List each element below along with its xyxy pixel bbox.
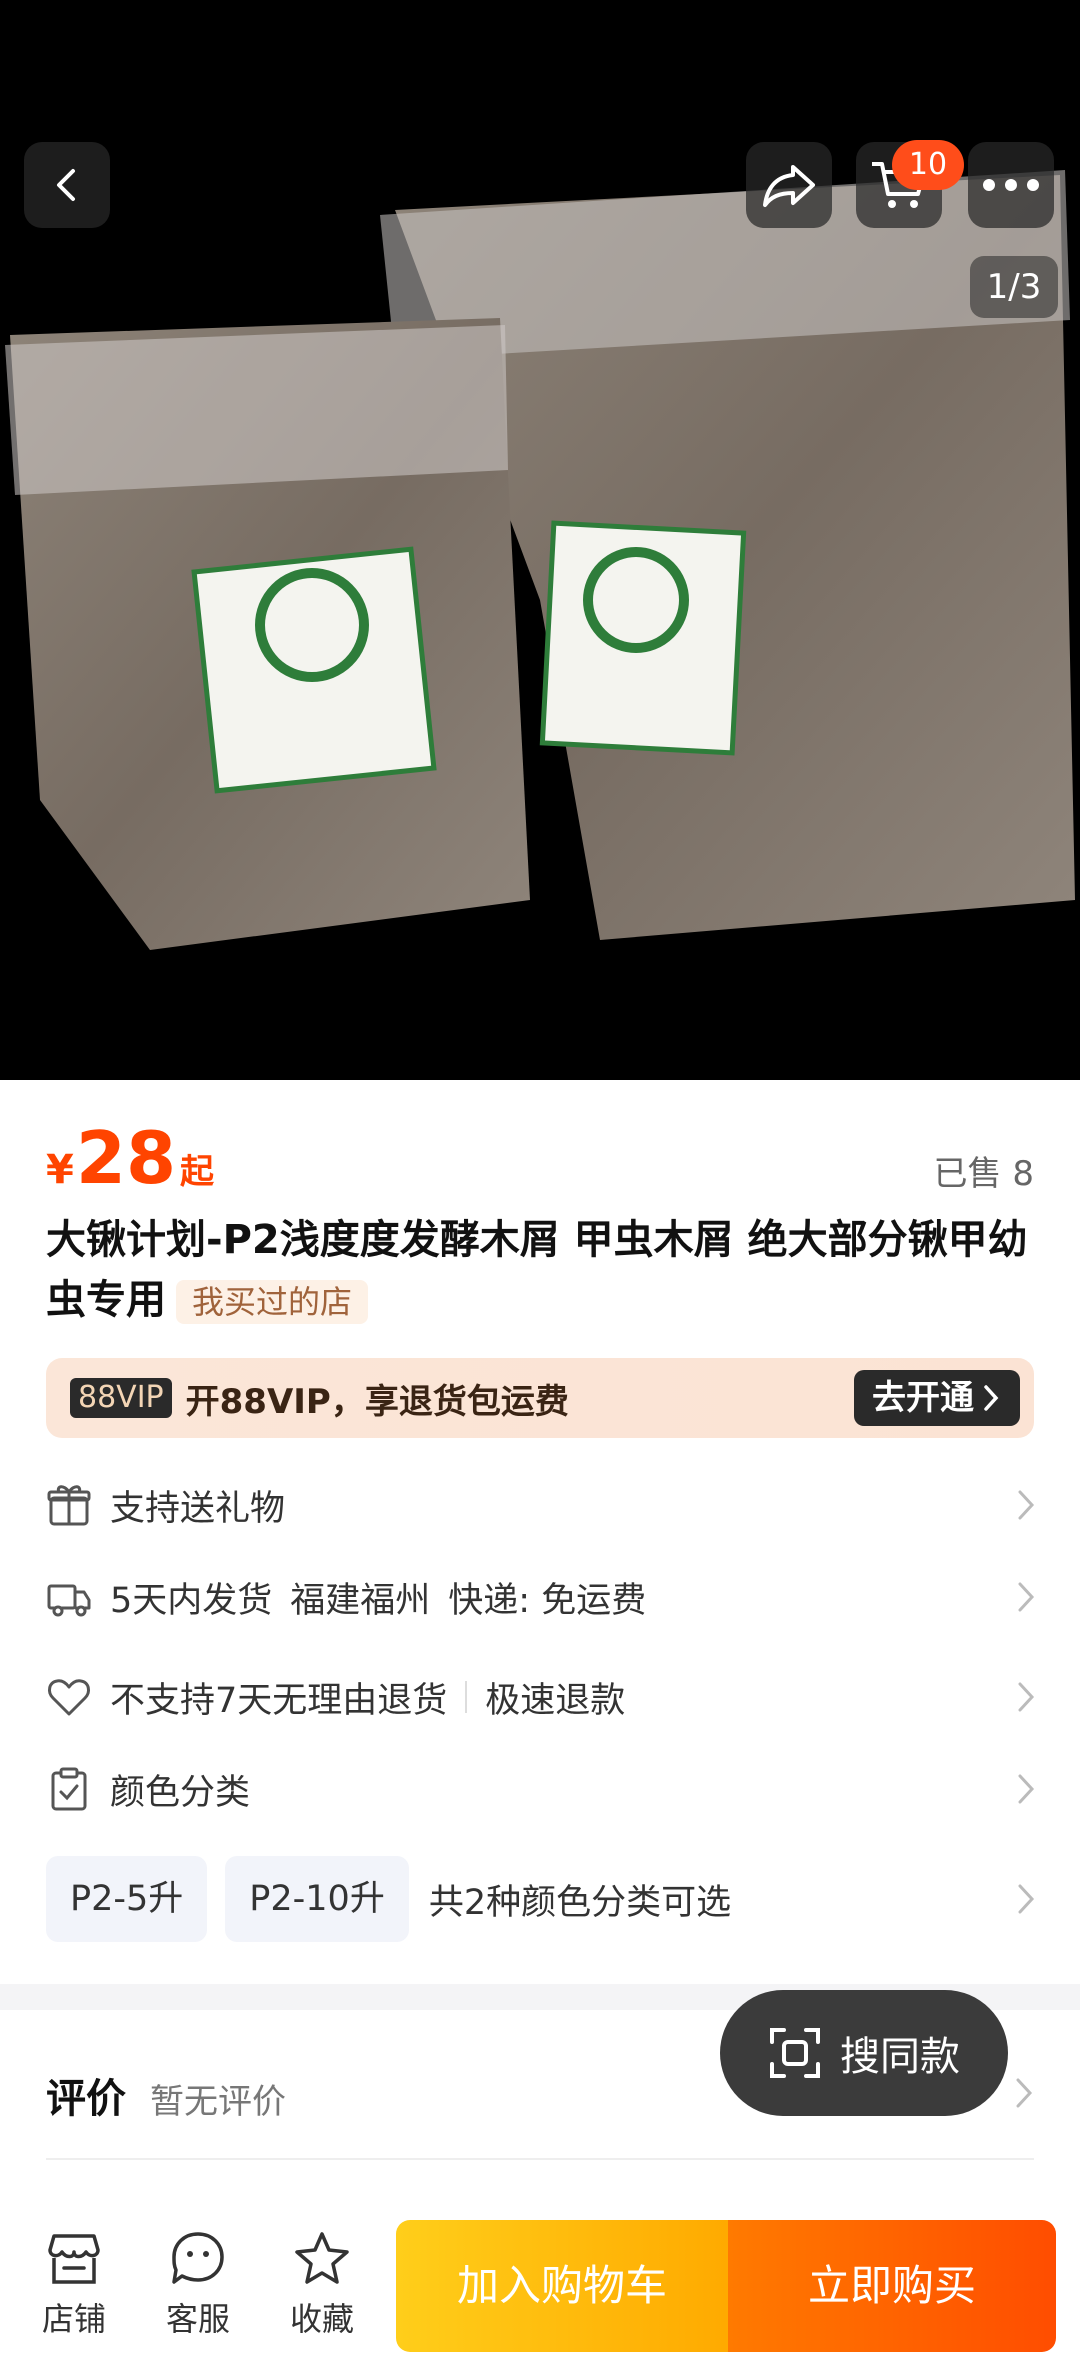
favorite-tab[interactable]: 收藏 xyxy=(272,2230,372,2340)
more-icon xyxy=(983,179,1039,191)
review-empty-text: 暂无评价 xyxy=(150,2082,286,2122)
return-policy-text: 不支持7天无理由退货 xyxy=(110,1680,448,1721)
product-title: 大锹计划-P2浅度度发酵木屑 甲虫木屑 绝大部分锹甲幼虫专用 我买过的店 xyxy=(46,1210,1036,1330)
vip-banner[interactable]: 88VIP 开88VIP，享退货包运费 去开通 xyxy=(46,1358,1034,1438)
chevron-right-icon xyxy=(1018,1682,1035,1712)
cart-count-badge: 10 xyxy=(892,140,964,190)
chevron-right-icon xyxy=(984,1385,999,1411)
shipping-row[interactable]: 5天内发货 福建福州 快递: 免运费 xyxy=(46,1562,1036,1632)
gift-label: 支持送礼物 xyxy=(110,1488,286,1529)
chat-icon xyxy=(172,2232,224,2284)
star-icon xyxy=(295,2232,349,2284)
divider xyxy=(465,1681,468,1713)
color-category-label: 颜色分类 xyxy=(110,1772,251,1813)
chevron-right-icon xyxy=(1018,1490,1035,1520)
share-button[interactable] xyxy=(746,142,832,228)
search-similar-label: 搜同款 xyxy=(840,2034,960,2080)
image-page-indicator: 1/3 xyxy=(970,256,1058,318)
search-similar-button[interactable]: 搜同款 xyxy=(720,1990,1008,2116)
gift-icon xyxy=(47,1485,91,1526)
chevron-right-icon xyxy=(1018,1582,1035,1612)
vip-open-label: 去开通 xyxy=(872,1378,974,1418)
add-to-cart-button[interactable]: 加入购物车 xyxy=(396,2220,728,2352)
sold-count: 已售 8 xyxy=(933,1154,1034,1194)
store-icon xyxy=(48,2234,100,2284)
heart-icon xyxy=(48,1679,90,1716)
shipping-origin: 福建福州 xyxy=(290,1580,431,1621)
vip-badge: 88VIP xyxy=(70,1378,172,1418)
chevron-right-icon xyxy=(1016,2078,1033,2108)
more-button[interactable] xyxy=(968,142,1054,228)
truck-icon xyxy=(47,1584,91,1617)
chevron-left-icon xyxy=(57,169,75,201)
divider xyxy=(46,2158,1034,2160)
product-info-card: ¥ 28 起 已售 8 大锹计划-P2浅度度发酵木屑 甲虫木屑 绝大部分锹甲幼虫… xyxy=(0,1080,1080,1984)
gift-row[interactable]: 支持送礼物 xyxy=(46,1470,1036,1540)
color-category-row[interactable]: 颜色分类 xyxy=(46,1754,1036,1824)
scan-icon xyxy=(770,2028,820,2078)
share-icon xyxy=(763,165,815,207)
buy-now-button[interactable]: 立即购买 xyxy=(728,2220,1056,2352)
chevron-right-icon xyxy=(1018,1774,1035,1804)
price-symbol: ¥ xyxy=(46,1147,74,1193)
price-value: 28 xyxy=(75,1116,177,1200)
price: ¥ 28 起 xyxy=(46,1116,214,1200)
bottom-action-bar: 店铺 客服 收藏 加入购物车 立即购买 xyxy=(0,2196,1080,2376)
bought-store-tag: 我买过的店 xyxy=(176,1280,369,1324)
shipping-fee: 快递: 免运费 xyxy=(448,1580,647,1621)
vip-open-button[interactable]: 去开通 xyxy=(854,1370,1020,1426)
return-policy-row[interactable]: 不支持7天无理由退货 极速退款 xyxy=(46,1662,1036,1732)
back-button[interactable] xyxy=(24,142,110,228)
customer-service-tab[interactable]: 客服 xyxy=(148,2230,248,2340)
chevron-right-icon[interactable] xyxy=(1016,1882,1036,1916)
variant-option-5l[interactable]: P2-5升 xyxy=(46,1856,208,1942)
review-title: 评价 xyxy=(46,2076,126,2122)
store-tab[interactable]: 店铺 xyxy=(24,2230,124,2340)
price-suffix: 起 xyxy=(180,1152,215,1192)
vip-text: 开88VIP，享退货包运费 xyxy=(185,1381,569,1422)
customer-service-label: 客服 xyxy=(165,2300,230,2338)
variant-count-note: 共2种颜色分类可选 xyxy=(428,1882,732,1923)
fast-refund-text: 极速退款 xyxy=(485,1680,626,1721)
variant-options: P2-5升 P2-10升 共2种颜色分类可选 xyxy=(46,1856,1036,1942)
variant-option-10l[interactable]: P2-10升 xyxy=(225,1856,409,1942)
clipboard-icon xyxy=(51,1767,87,1811)
shipping-time: 5天内发货 xyxy=(110,1580,273,1621)
store-label: 店铺 xyxy=(41,2300,106,2338)
favorite-label: 收藏 xyxy=(289,2300,354,2338)
